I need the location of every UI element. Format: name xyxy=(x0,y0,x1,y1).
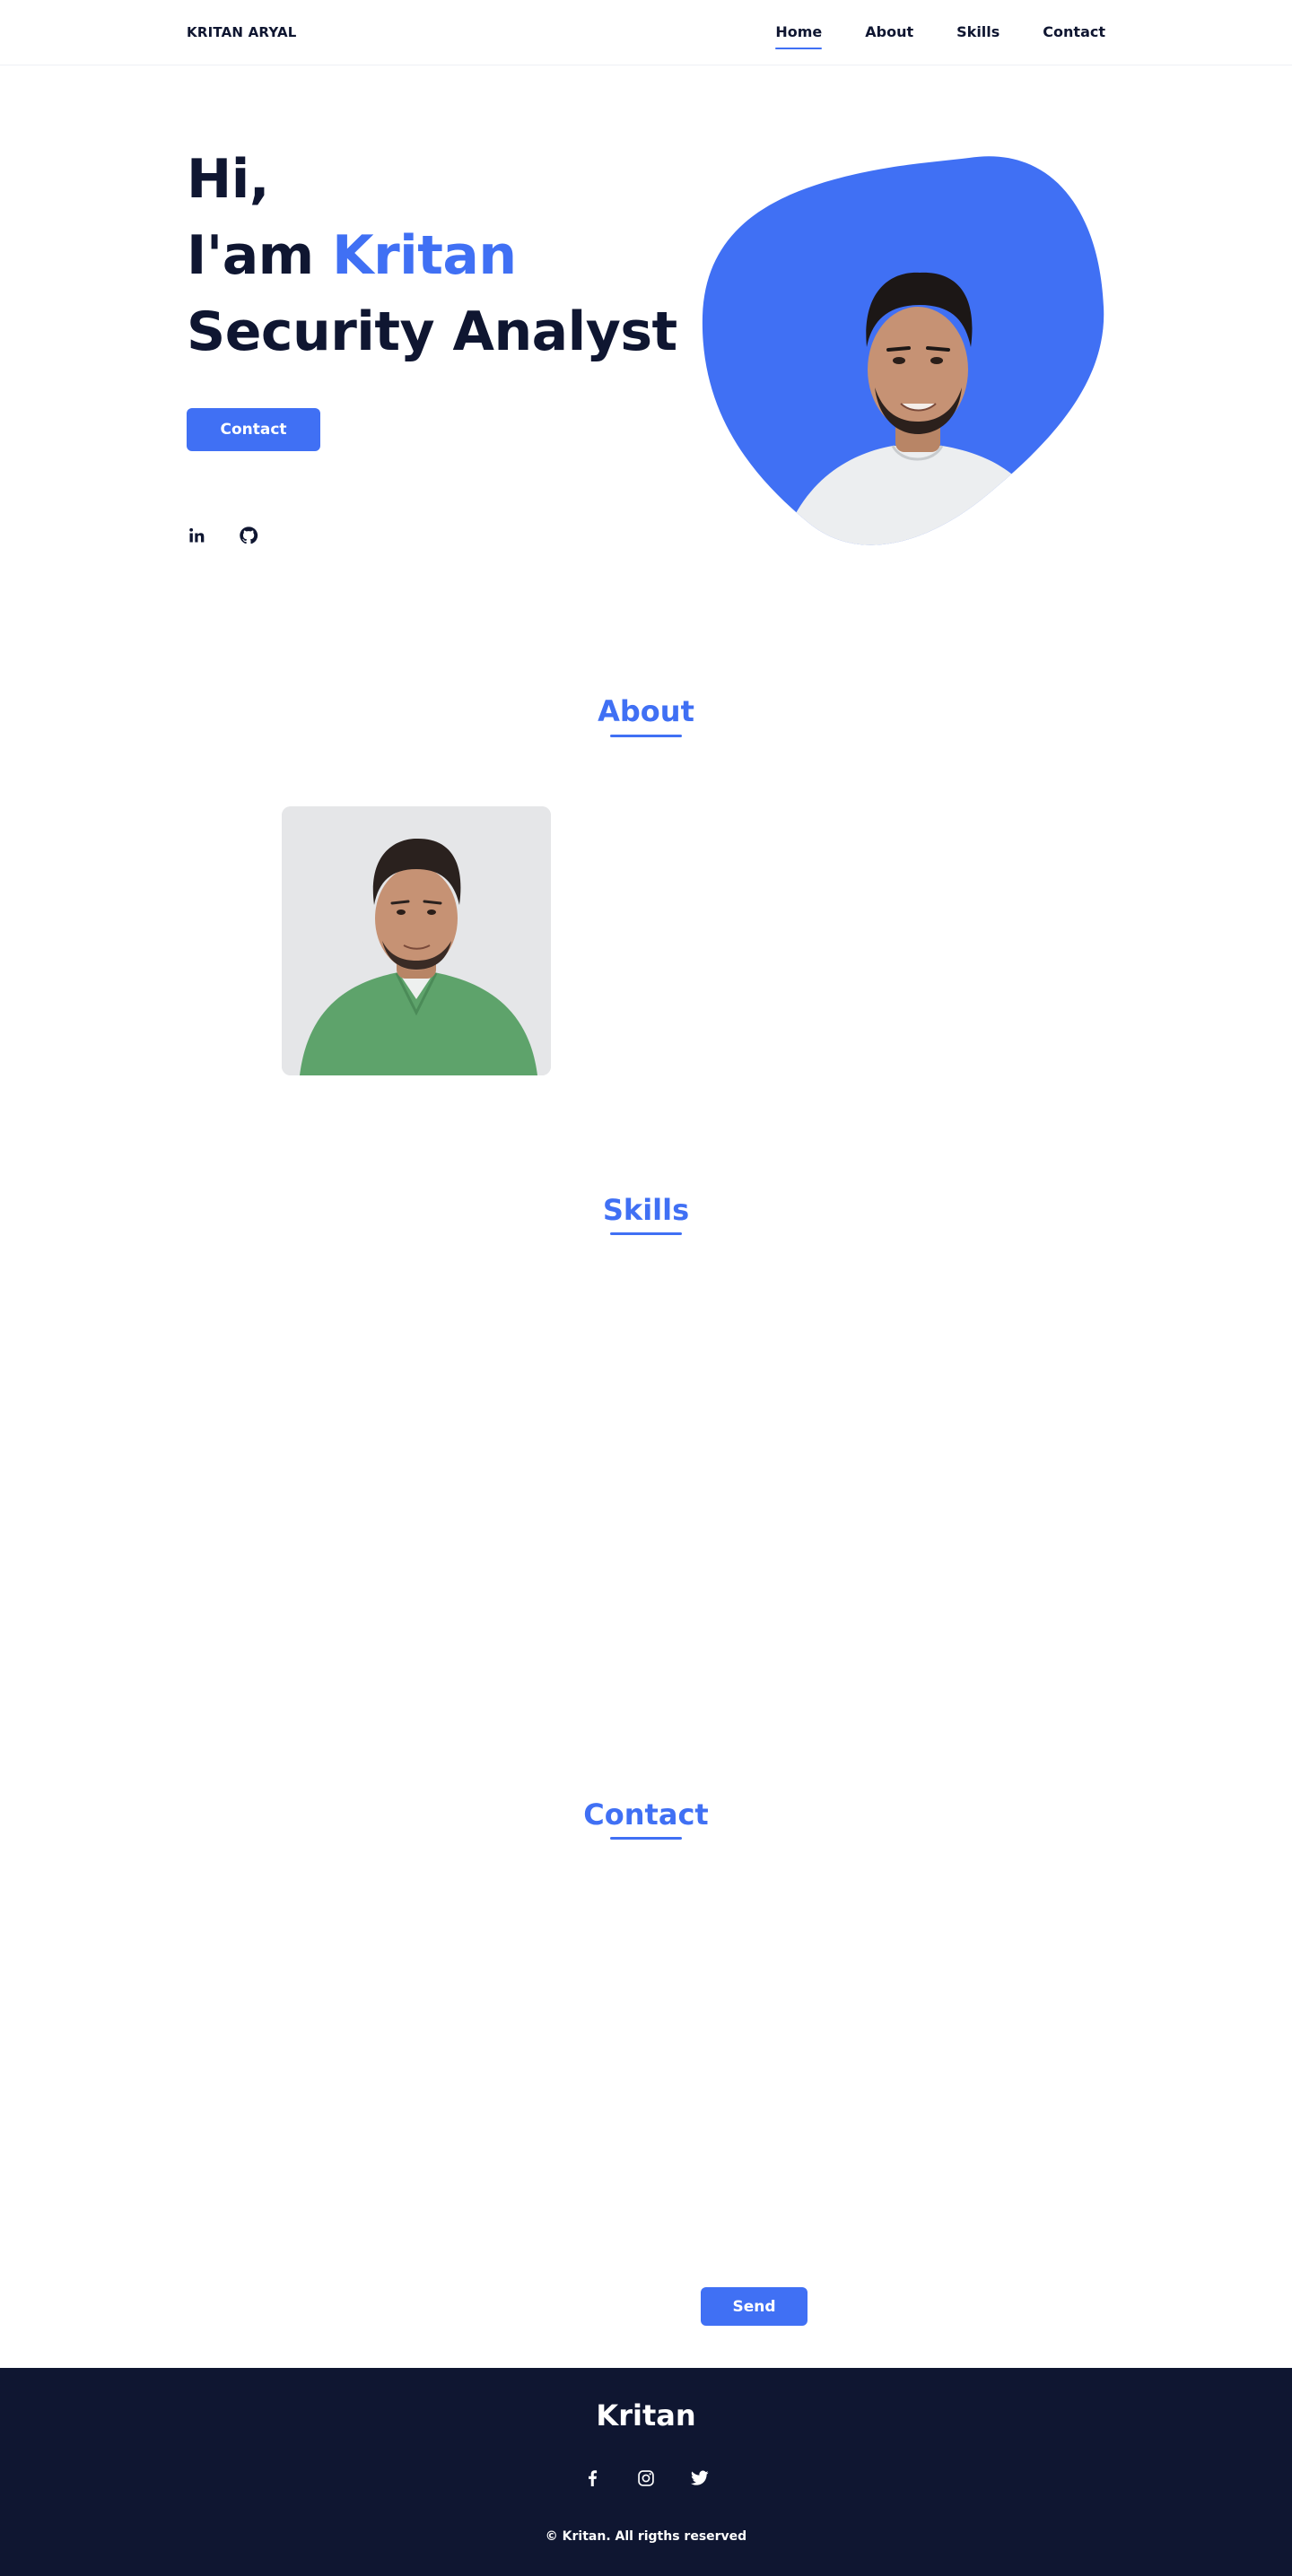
hero-contact-button[interactable]: Contact xyxy=(187,408,320,451)
nav-contact[interactable]: Contact xyxy=(1043,23,1105,49)
hero-intro: I'am Kritan xyxy=(187,229,517,283)
hero-blob-shape xyxy=(702,156,1104,545)
about-title-underline xyxy=(610,735,682,737)
nav-about[interactable]: About xyxy=(865,23,913,49)
hero-social-links xyxy=(187,526,258,545)
nav-skills[interactable]: Skills xyxy=(956,23,1000,49)
github-icon[interactable] xyxy=(239,526,258,545)
skills-title-underline xyxy=(610,1232,682,1235)
copyright-text: © Kritan. All rigths reserved xyxy=(545,2529,747,2544)
contact-section-title: Contact xyxy=(583,1797,709,1832)
about-photo xyxy=(282,806,551,1075)
instagram-icon[interactable] xyxy=(637,2469,655,2487)
about-portrait xyxy=(282,806,551,1075)
about-section-title: About xyxy=(598,694,694,728)
hero-greeting: Hi, xyxy=(187,148,270,211)
nav-home[interactable]: Home xyxy=(775,23,822,49)
contact-title-underline xyxy=(610,1837,682,1840)
hero-image-blob xyxy=(700,154,1107,551)
twitter-icon[interactable] xyxy=(691,2469,709,2487)
footer-title: Kritan xyxy=(596,2398,696,2432)
facebook-icon[interactable] xyxy=(583,2469,601,2487)
footer-social-links xyxy=(0,2469,1292,2487)
skills-section-title: Skills xyxy=(602,1193,690,1227)
send-button[interactable]: Send xyxy=(701,2287,808,2326)
site-footer: Kritan © Kritan. All rigths reserved xyxy=(0,2368,1292,2576)
hero-role: Security Analyst xyxy=(187,300,677,363)
site-header: KRITAN ARYAL Home About Skills Contact xyxy=(0,0,1292,65)
linkedin-icon[interactable] xyxy=(187,526,206,545)
hero-name: Kritan xyxy=(332,224,517,287)
hero-intro-prefix: I'am xyxy=(187,224,333,287)
site-logo[interactable]: KRITAN ARYAL xyxy=(187,24,297,40)
main-nav: Home About Skills Contact xyxy=(775,23,1105,49)
